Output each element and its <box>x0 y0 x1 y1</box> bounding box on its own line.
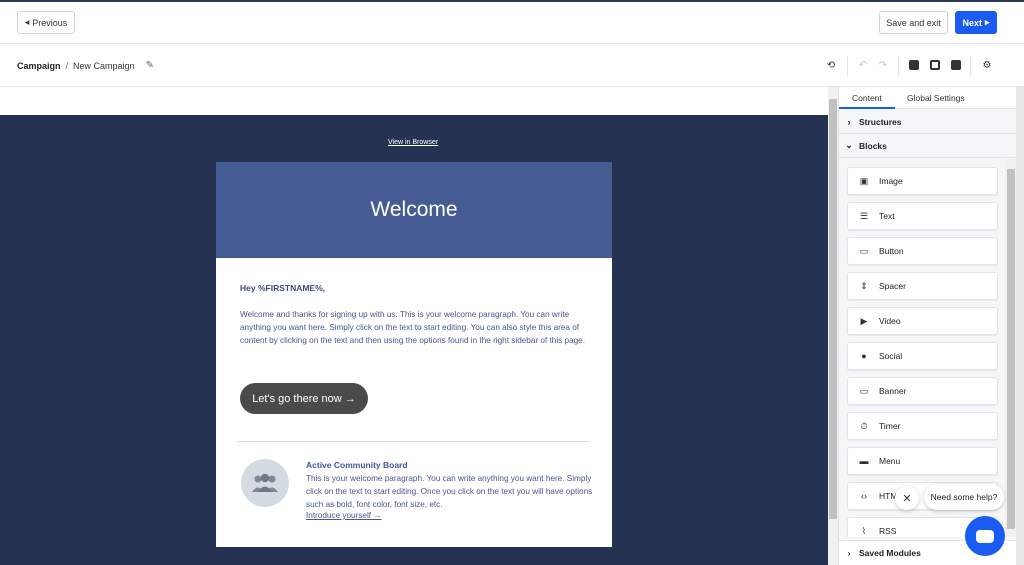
chat-launcher-button[interactable] <box>965 516 1005 556</box>
community-users-icon <box>241 459 289 507</box>
chevron-right-icon: › <box>847 116 851 127</box>
block-label: Text <box>879 211 895 221</box>
block-label: Button <box>879 246 904 256</box>
cta-button[interactable]: Let's go there now → <box>240 383 368 414</box>
timer-icon: ⏱ <box>860 420 868 431</box>
block-button[interactable]: ▭ Button <box>847 237 998 265</box>
code-icon: ‹› <box>861 491 867 501</box>
pencil-icon[interactable]: ✎ <box>146 60 154 71</box>
block-banner[interactable]: ▭ Banner <box>847 377 998 405</box>
settings-gear-icon[interactable]: ⚙ <box>980 58 994 72</box>
chevron-right-icon: › <box>847 548 851 558</box>
sidebar-scrollbar-thumb[interactable] <box>1007 169 1015 529</box>
block-label: Banner <box>879 386 907 396</box>
menu-icon: ▬ <box>859 456 869 466</box>
toolbar-divider <box>847 56 848 76</box>
caret-right-icon: ▸ <box>984 17 990 27</box>
breadcrumb: Campaign / New Campaign ✎ <box>17 60 154 71</box>
play-icon: ▶ <box>860 315 868 326</box>
greeting-text[interactable]: Hey %FIRSTNAME%, <box>240 283 325 293</box>
code-view-icon[interactable] <box>907 58 921 72</box>
save-and-exit-button[interactable]: Save and exit <box>879 11 948 34</box>
block-label: Spacer <box>879 281 906 291</box>
tab-content[interactable]: Content <box>852 93 882 103</box>
toolbar-divider <box>970 56 971 76</box>
editor-toolbar: Campaign / New Campaign ✎ ⟲ ↶ ↷ ⚙ <box>0 44 1024 87</box>
structures-label: Structures <box>859 116 902 127</box>
toolbar-divider <box>898 56 899 76</box>
welcome-paragraph[interactable]: Welcome and thanks for signing up with u… <box>240 308 590 347</box>
sidebar-tabs: Content Global Settings <box>839 87 1017 109</box>
rss-icon: ⌇ <box>861 525 867 536</box>
hero-title: Welcome <box>370 198 458 221</box>
breadcrumb-separator: / <box>65 60 69 71</box>
banner-icon: ▭ <box>859 385 869 396</box>
chevron-down-icon: ⌄ <box>845 140 853 150</box>
block-video[interactable]: ▶ Video <box>847 307 998 335</box>
previous-label: Previous <box>32 17 68 28</box>
view-in-browser-link[interactable]: View in Browser <box>388 139 438 146</box>
close-icon[interactable]: ✕ <box>895 486 919 510</box>
block-label: Image <box>879 176 903 186</box>
caret-left-icon: ◂ <box>24 17 30 27</box>
help-bubble[interactable]: Need some help? <box>924 484 1004 510</box>
breadcrumb-current: New Campaign <box>73 60 135 71</box>
introduce-yourself-link[interactable]: Introduce yourself → <box>306 511 382 520</box>
history-icon[interactable]: ⟲ <box>824 58 838 72</box>
block-label: Timer <box>879 421 901 431</box>
block-menu[interactable]: ▬ Menu <box>847 447 998 475</box>
top-bar: ◂ Previous Save and exit Next ▸ <box>0 0 1024 44</box>
canvas-scrollbar-thumb[interactable] <box>829 99 837 519</box>
block-label: Video <box>879 316 901 326</box>
save-label: Save and exit <box>886 17 941 28</box>
saved-modules-label: Saved Modules <box>859 548 921 558</box>
blocks-label: Blocks <box>859 140 887 151</box>
community-text[interactable]: This is your welcome paragraph. You can … <box>306 472 596 511</box>
chat-icon <box>976 529 994 543</box>
community-title[interactable]: Active Community Board <box>306 460 408 470</box>
undo-icon[interactable]: ↶ <box>856 58 870 72</box>
canvas-scrollbar[interactable] <box>828 87 838 565</box>
canvas-top-strip <box>0 87 828 115</box>
next-button[interactable]: Next ▸ <box>955 11 997 34</box>
section-divider <box>238 441 590 442</box>
window-scrollbar[interactable] <box>1016 87 1024 565</box>
block-spacer[interactable]: ⇕ Spacer <box>847 272 998 300</box>
text-lines-icon: ☰ <box>859 210 869 221</box>
previous-button[interactable]: ◂ Previous <box>17 11 75 34</box>
tab-global-settings[interactable]: Global Settings <box>907 93 965 103</box>
blocks-list: ▣ Image ☰ Text ▭ Button ⇕ Spacer ▶ Video… <box>839 159 1017 537</box>
help-prompt: Need some help? <box>930 492 998 502</box>
block-label: RSS <box>879 526 897 536</box>
image-icon: ▣ <box>859 175 869 186</box>
structures-accordion[interactable]: › Structures <box>839 110 1017 134</box>
button-icon: ▭ <box>859 245 869 256</box>
breadcrumb-root[interactable]: Campaign <box>17 61 61 71</box>
block-timer[interactable]: ⏱ Timer <box>847 412 998 440</box>
spacer-icon: ⇕ <box>860 280 868 291</box>
block-social[interactable]: ● Social <box>847 342 998 370</box>
top-accent-line <box>0 0 1024 2</box>
redo-icon[interactable]: ↷ <box>876 58 890 72</box>
image-icon[interactable] <box>949 58 963 72</box>
block-text[interactable]: ☰ Text <box>847 202 998 230</box>
active-tab-indicator <box>839 107 895 109</box>
facebook-icon: ● <box>861 351 867 361</box>
email-body: Welcome Hey %FIRSTNAME%, Welcome and tha… <box>216 162 612 547</box>
next-label: Next <box>962 17 982 28</box>
blocks-accordion[interactable]: ⌄ Blocks <box>839 134 1017 158</box>
block-label: Social <box>879 351 903 361</box>
block-label: Menu <box>879 456 901 466</box>
preview-icon[interactable] <box>928 58 942 72</box>
hero-section[interactable]: Welcome <box>216 162 612 258</box>
block-image[interactable]: ▣ Image <box>847 167 998 195</box>
